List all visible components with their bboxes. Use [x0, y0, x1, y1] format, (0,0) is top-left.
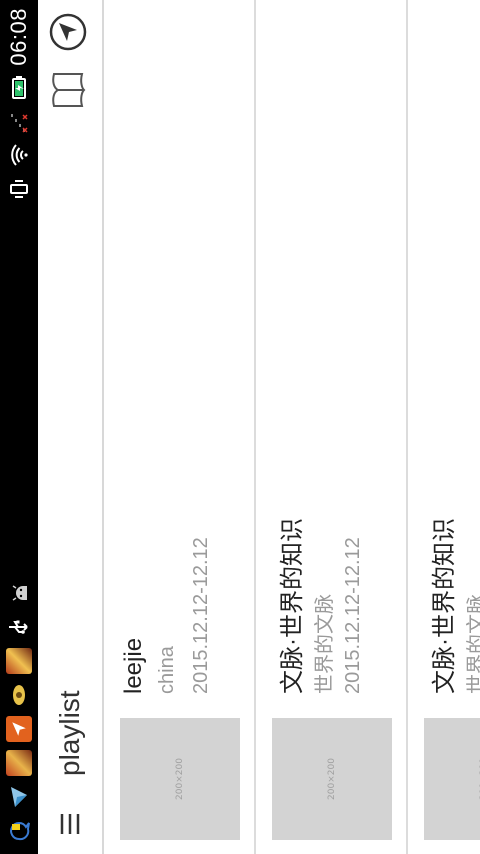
page-title: playlist — [54, 690, 85, 776]
thumbnail-placeholder: 200×200 — [272, 718, 392, 840]
app-screen: 06:08 playlist 200×200 leejie china 2015… — [0, 0, 480, 854]
item-title: 文脉·世界的知识 — [431, 518, 458, 694]
wifi-icon — [6, 142, 32, 168]
app-icon-2 — [6, 648, 32, 674]
notification-icon — [6, 818, 32, 844]
status-notifications — [6, 580, 32, 854]
item-subtitle: china — [156, 646, 178, 694]
item-title: 文脉·世界的知识 — [279, 518, 306, 694]
item-title: leejie — [120, 637, 147, 694]
item-date: 2015.12.12-12.12 — [342, 537, 364, 694]
status-system: 06:08 — [6, 0, 32, 202]
hamburger-menu-icon[interactable] — [37, 794, 103, 854]
book-icon[interactable] — [50, 70, 91, 110]
action-bar: playlist — [38, 0, 104, 854]
usb-icon — [6, 614, 32, 640]
eye-icon — [6, 682, 32, 708]
list-item[interactable]: 200×200 文脉·世界的知识 世界的文脉 — [408, 0, 480, 854]
send-icon — [6, 784, 32, 810]
location-arrow-icon — [6, 716, 32, 742]
item-date: 2015.12.12-12.12 — [190, 537, 212, 694]
item-subtitle: 世界的文脉 — [466, 594, 480, 694]
battery-icon — [6, 74, 32, 100]
navigation-icon[interactable] — [48, 12, 93, 52]
list-item[interactable]: 200×200 文脉·世界的知识 世界的文脉 2015.12.12-12.12 — [256, 0, 408, 854]
list-item[interactable]: 200×200 leejie china 2015.12.12-12.12 — [104, 0, 256, 854]
android-icon — [6, 580, 32, 606]
vibrate-icon — [6, 176, 32, 202]
signal-icon — [6, 108, 32, 134]
app-icon-1 — [6, 750, 32, 776]
action-bar-actions — [48, 0, 93, 110]
item-subtitle: 世界的文脉 — [314, 594, 336, 694]
thumbnail-placeholder: 200×200 — [424, 718, 480, 840]
status-time: 06:08 — [6, 8, 31, 66]
status-bar: 06:08 — [0, 0, 38, 854]
thumbnail-placeholder: 200×200 — [120, 718, 240, 840]
playlist: 200×200 leejie china 2015.12.12-12.12 20… — [104, 0, 480, 854]
